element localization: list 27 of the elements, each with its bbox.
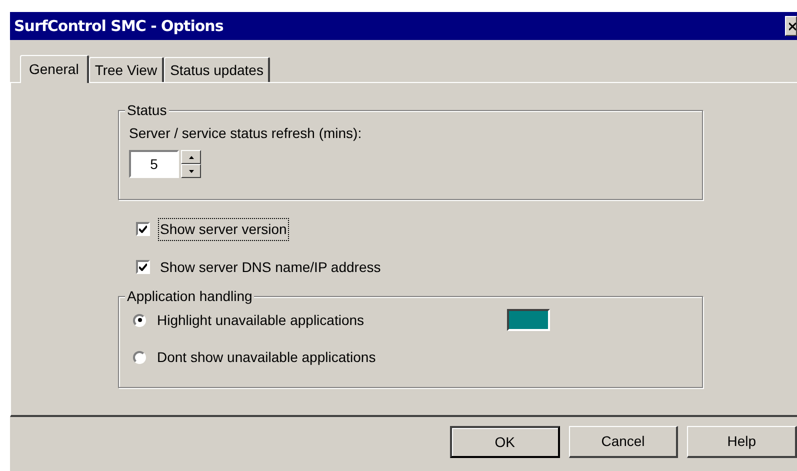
- dialog-button[interactable]: OK: [450, 426, 560, 458]
- check-icon: [139, 225, 147, 233]
- dialog-button[interactable]: Cancel: [568, 426, 678, 458]
- tab[interactable]: Status updates: [164, 57, 270, 82]
- spin-buttons[interactable]: [181, 150, 201, 178]
- refresh-field[interactable]: 5: [129, 150, 179, 178]
- tab[interactable]: General: [20, 55, 89, 83]
- radio-label[interactable]: Dont show unavailable applications: [157, 346, 507, 368]
- radio-button[interactable]: [133, 314, 146, 326]
- tab[interactable]: Tree View: [88, 57, 164, 82]
- group-title: Application handling: [125, 288, 254, 304]
- check-icon: [139, 263, 147, 271]
- close-icon: [789, 22, 796, 30]
- checkbox[interactable]: [136, 222, 150, 236]
- refresh-label: Server / service status refresh (mins):: [129, 124, 363, 143]
- close-button[interactable]: [785, 16, 797, 36]
- down-arrow-icon: [188, 170, 194, 172]
- window-title: SurfControl SMC - Options: [14, 16, 224, 37]
- checkbox-label[interactable]: Show server version: [158, 218, 289, 240]
- color-swatch[interactable]: [507, 309, 550, 331]
- radio-button[interactable]: [133, 350, 146, 364]
- dialog-button[interactable]: Help: [687, 426, 797, 458]
- radio-label[interactable]: Highlight unavailable applications: [157, 310, 507, 330]
- checkbox[interactable]: [136, 260, 150, 274]
- group-title: Status: [125, 102, 169, 118]
- up-arrow-icon: [188, 156, 194, 158]
- checkbox-label[interactable]: Show server DNS name/IP address: [158, 256, 383, 278]
